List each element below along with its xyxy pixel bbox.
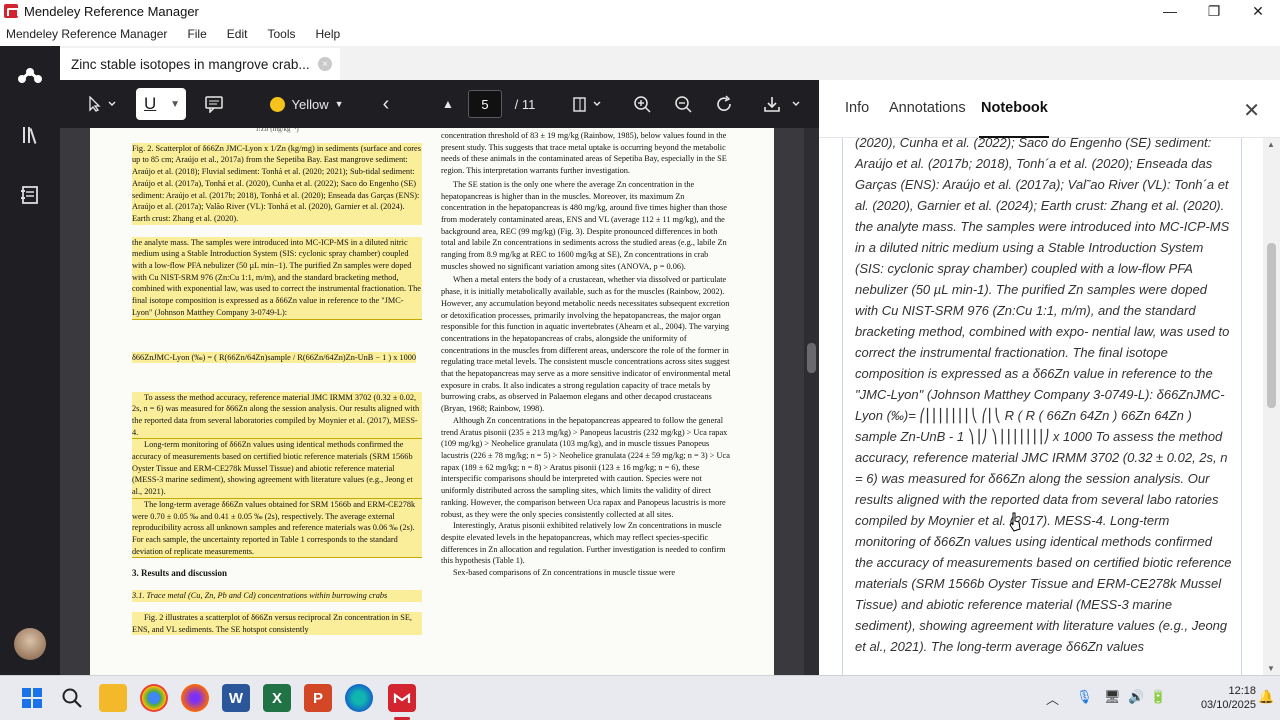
left-navigation-rail [0, 46, 60, 675]
side-panel: Info Annotations Notebook ✕ (2020), Cunh… [819, 80, 1280, 675]
hand-cursor-icon [1009, 512, 1021, 532]
pdf-scrollbar-thumb[interactable] [807, 343, 816, 373]
windows-start-icon[interactable] [18, 684, 46, 712]
yellow-color-swatch [270, 96, 286, 112]
microphone-icon[interactable]: 🎙 [1076, 689, 1093, 705]
close-panel-icon[interactable]: ✕ [1243, 98, 1260, 123]
chevron-down-icon: ▼ [170, 98, 180, 110]
excel-icon[interactable]: X [263, 684, 291, 712]
title-bar: Mendeley Reference Manager — ❐ ✕ [0, 0, 1280, 22]
pdf-page: 1/Zn (mg/kg⁻¹) Fig. 2. Scatterplot of δ6… [90, 128, 774, 675]
paragraph-methods: the analyte mass. The samples were intro… [132, 236, 422, 320]
paragraph-metal-entry: When a metal enters the body of a crusta… [441, 275, 731, 414]
windows-taskbar: W X P ︿ 🎙 🖥 🔊 🔋 12:18 03/10/2025 🔔 [0, 675, 1280, 720]
paragraph-average: The long-term average δ66Zn values obtai… [132, 498, 422, 559]
zoom-out-icon[interactable] [671, 92, 695, 116]
window-title: Mendeley Reference Manager [24, 3, 199, 19]
paragraph-species-trend: Although Zn concentrations in the hepato… [441, 415, 730, 519]
chevron-down-icon: ▼ [334, 99, 344, 109]
battery-icon[interactable]: 🔋 [1150, 689, 1166, 705]
firefox-icon[interactable] [181, 684, 209, 712]
mendeley-taskbar-icon[interactable] [388, 684, 416, 712]
tab-close-icon[interactable]: × [318, 57, 332, 71]
close-window-button[interactable]: ✕ [1236, 0, 1280, 22]
side-panel-tabs: Info Annotations Notebook ✕ [819, 80, 1280, 138]
subsection-heading: 3.1. Trace metal (Cu, Zn, Pb and Cd) con… [132, 590, 422, 602]
network-icon[interactable]: 🖥 [1104, 689, 1121, 705]
search-icon[interactable] [58, 684, 86, 712]
powerpoint-icon[interactable]: P [304, 684, 332, 712]
document-tab[interactable]: Zinc stable isotopes in mangrove crab...… [60, 48, 340, 80]
underline-label: U [144, 94, 157, 113]
document-tab-strip: Zinc stable isotopes in mangrove crab...… [60, 46, 1280, 80]
page-total: / 11 [514, 96, 536, 112]
minimize-button[interactable]: — [1148, 0, 1192, 22]
tab-annotations[interactable]: Annotations [889, 100, 966, 116]
mendeley-app-icon [4, 4, 19, 18]
equation: δ66ZnJMC-Lyon (‰) = ( R(66Zn/64Zn)sample… [132, 330, 422, 386]
underline-tool-button[interactable]: U ▼ [136, 88, 186, 120]
menu-bar: Mendeley Reference Manager File Edit Too… [0, 22, 1280, 46]
figure-caption: Fig. 2. Scatterplot of δ66Zn JMC-Lyon x … [132, 142, 422, 225]
notebook-scrollbar[interactable]: ▲ ▼ [1263, 138, 1280, 675]
show-hidden-icons[interactable]: ︿ [1046, 689, 1059, 708]
menu-tools[interactable]: Tools [267, 27, 295, 41]
maximize-button[interactable]: ❐ [1192, 0, 1236, 22]
user-avatar[interactable] [14, 628, 46, 660]
paragraph-accuracy: To assess the method accuracy, reference… [132, 391, 422, 440]
tab-info[interactable]: Info [845, 100, 869, 116]
file-explorer-icon[interactable] [99, 684, 127, 712]
pdf-left-column: 1/Zn (mg/kg⁻¹) Fig. 2. Scatterplot of δ6… [132, 128, 422, 636]
document-tab-title: Zinc stable isotopes in mangrove crab... [71, 56, 310, 72]
equation-text: δ66ZnJMC-Lyon (‰) = ( R(66Zn/64Zn)sample… [132, 351, 417, 364]
menu-edit[interactable]: Edit [227, 27, 248, 41]
edge-icon[interactable] [345, 684, 373, 712]
section-heading: 3. Results and discussion [132, 568, 228, 579]
highlight-color-select[interactable]: Yellow ▼ [268, 92, 346, 116]
paragraph-fig2: Fig. 2 illustrates a scatterplot of δ66Z… [132, 611, 422, 636]
scroll-down-icon[interactable]: ▼ [1267, 664, 1275, 673]
comment-tool-icon[interactable] [200, 92, 228, 116]
menu-file[interactable]: File [187, 27, 206, 41]
paragraph-threshold: concentration threshold of 83 ± 19 mg/kg… [441, 131, 727, 176]
window-controls: — ❐ ✕ [1148, 0, 1280, 22]
mendeley-logo-icon[interactable] [15, 60, 45, 90]
page-view-mode-icon[interactable] [568, 92, 608, 116]
taskbar-clock[interactable]: 12:18 03/10/2025 [1201, 684, 1256, 712]
previous-page-icon[interactable]: ▲ [438, 92, 458, 116]
pdf-viewer[interactable]: 1/Zn (mg/kg⁻¹) Fig. 2. Scatterplot of δ6… [60, 128, 819, 675]
rotate-icon[interactable] [712, 92, 736, 116]
highlight-color-label: Yellow [291, 96, 329, 112]
page-number-input[interactable]: 5 [468, 90, 502, 118]
notebook-editor[interactable]: (2020), Cunha et al. (2022); Saco do Eng… [842, 138, 1242, 675]
clock-time: 12:18 [1228, 685, 1256, 697]
volume-icon[interactable]: 🔊 [1128, 689, 1144, 705]
clock-date: 03/10/2025 [1200, 699, 1256, 711]
pdf-right-column: concentration threshold of 83 ± 19 mg/kg… [441, 130, 731, 579]
menu-app[interactable]: Mendeley Reference Manager [6, 27, 167, 41]
previous-annotation-icon[interactable]: ‹ [374, 92, 398, 116]
menu-help[interactable]: Help [315, 27, 340, 41]
notifications-icon[interactable]: 🔔 [1258, 689, 1274, 705]
chrome-icon[interactable] [140, 684, 168, 712]
notebook-text[interactable]: (2020), Cunha et al. (2022); Saco do Eng… [855, 138, 1233, 657]
zoom-in-icon[interactable] [630, 92, 654, 116]
tab-notebook[interactable]: Notebook [981, 100, 1048, 116]
notebook-scrollbar-thumb[interactable] [1267, 243, 1276, 408]
download-icon[interactable] [760, 92, 806, 116]
paragraph-monitoring: Long-term monitoring of δ66Zn values usi… [132, 439, 422, 499]
select-tool-button[interactable] [82, 92, 122, 116]
library-icon[interactable] [15, 120, 45, 150]
pdf-scrollbar[interactable] [804, 128, 819, 675]
word-icon[interactable]: W [222, 684, 250, 712]
paragraph-aratus: Interestingly, Aratus pisonii exhibited … [441, 521, 726, 566]
paragraph-sex-based: Sex-based comparisons of Zn concentratio… [453, 568, 676, 578]
paragraph-se-station: The SE station is the only one where the… [441, 179, 727, 271]
pdf-toolbar: U ▼ Yellow ▼ ‹ ▲ 5 / 11 [60, 80, 819, 128]
scroll-up-icon[interactable]: ▲ [1267, 140, 1275, 149]
notebook-icon[interactable] [15, 180, 45, 210]
